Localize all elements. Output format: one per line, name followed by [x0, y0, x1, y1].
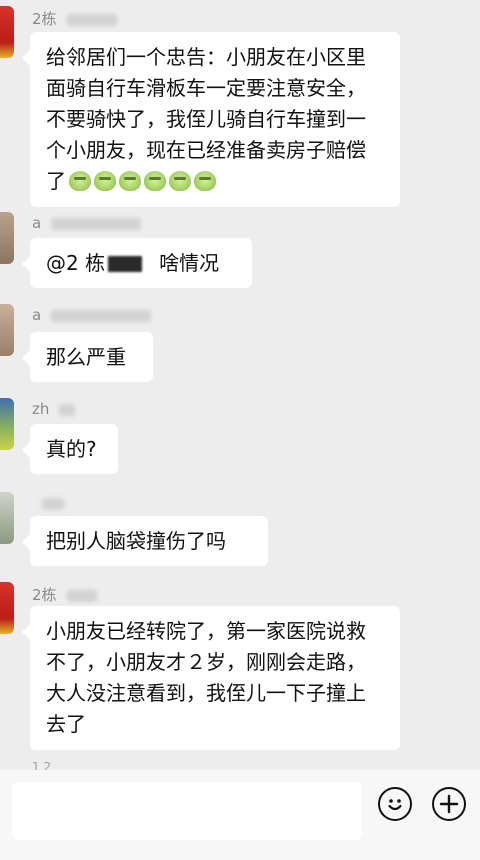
redacted-name — [108, 256, 143, 272]
avatar[interactable] — [0, 492, 14, 544]
avatar[interactable] — [0, 304, 14, 356]
avatar[interactable] — [0, 6, 14, 58]
message-bubble[interactable]: 真的? — [22, 424, 118, 474]
message-bubble[interactable]: 小朋友已经转院了，第一家医院说救不了，小朋友才２岁，刚刚会走路，大人没注意看到，… — [22, 606, 400, 750]
crying-emoji-icon — [194, 171, 216, 191]
chat-area: 2栋 给邻居们一个忠告：小朋友在小区里面骑自行车滑板车一定要注意安全，不要骑快了… — [0, 0, 480, 770]
avatar[interactable] — [0, 582, 14, 634]
avatar[interactable] — [0, 398, 14, 450]
sender-name: 2栋 — [32, 8, 117, 29]
sender-name: a — [32, 214, 142, 232]
crying-emoji-icon — [94, 171, 116, 191]
more-actions-button[interactable] — [432, 787, 466, 821]
message-text: 啥情况 — [159, 251, 220, 275]
message-bubble[interactable]: 给邻居们一个忠告：小朋友在小区里面骑自行车滑板车一定要注意安全，不要骑快了，我侄… — [22, 32, 400, 207]
crying-emoji-icon — [119, 171, 141, 191]
message-input-bar — [0, 770, 480, 860]
sender-name: zh — [32, 400, 76, 418]
message-text: 那么严重 — [46, 345, 126, 369]
message-bubble[interactable]: 那么严重 — [22, 332, 153, 382]
message-bubble[interactable]: @2 栋 啥情况 — [22, 238, 252, 288]
crying-emoji-icon — [144, 171, 166, 191]
message-text: 把别人脑袋撞伤了吗 — [46, 529, 226, 553]
message-text: 小朋友已经转院了，第一家医院说救不了，小朋友才２岁，刚刚会走路，大人没注意看到，… — [46, 619, 366, 736]
mention-text: @2 栋 — [46, 251, 106, 275]
message-input[interactable] — [12, 782, 362, 840]
sender-name — [32, 494, 64, 512]
sender-name: 2栋 — [32, 584, 97, 605]
crying-emoji-icon — [169, 171, 191, 191]
emoji-button[interactable] — [378, 787, 412, 821]
sender-name: a — [32, 306, 152, 324]
avatar[interactable] — [0, 212, 14, 264]
message-bubble[interactable]: 把别人脑袋撞伤了吗 — [22, 516, 268, 566]
plus-icon — [439, 794, 459, 814]
sender-name: 1 2 — [32, 760, 52, 770]
smiley-icon — [388, 799, 402, 811]
crying-emoji-icon — [69, 171, 91, 191]
message-text: 真的? — [46, 437, 97, 461]
